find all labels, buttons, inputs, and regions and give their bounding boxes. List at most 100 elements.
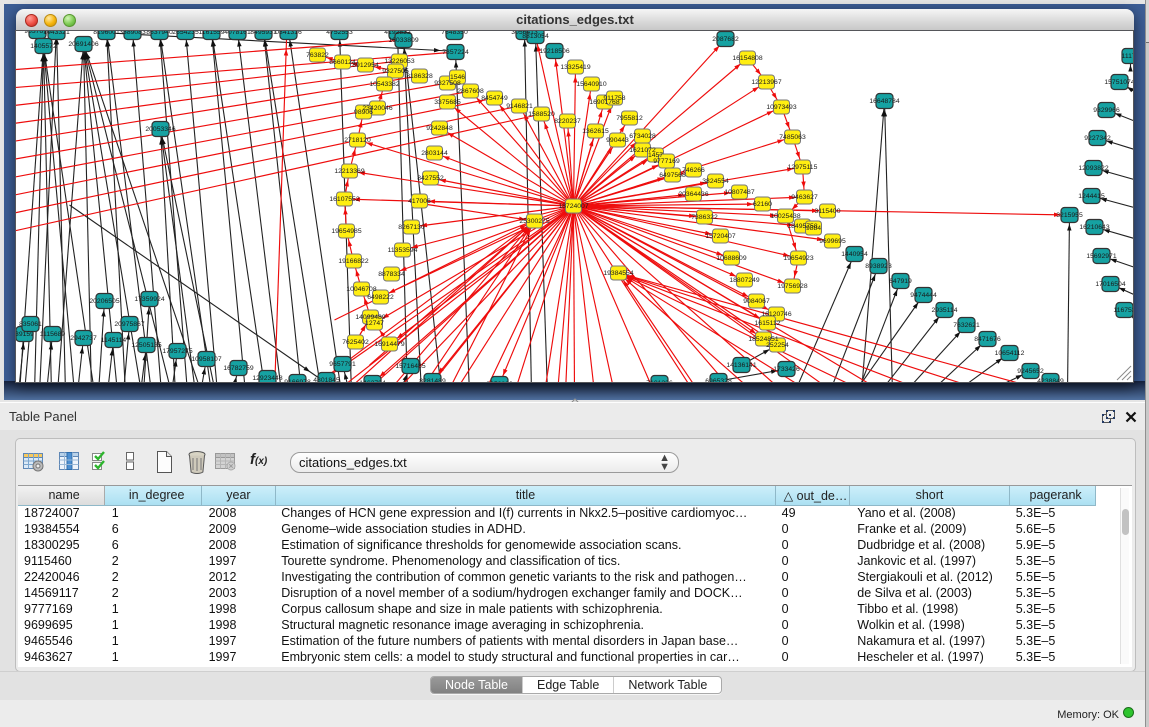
svg-text:3389083: 3389083 (119, 31, 146, 36)
svg-text:18724007: 18724007 (558, 203, 588, 210)
svg-text:7386322: 7386322 (691, 214, 718, 221)
svg-text:8912954: 8912954 (352, 62, 379, 69)
svg-text:15692971: 15692971 (1086, 253, 1116, 260)
svg-text:16782759: 16782759 (223, 365, 253, 372)
svg-text:9463627: 9463627 (791, 194, 818, 201)
svg-text:1405572: 1405572 (30, 43, 57, 50)
svg-text:1546: 1546 (450, 74, 465, 81)
svg-text:1244415: 1244415 (1078, 193, 1105, 200)
svg-text:9657791: 9657791 (329, 361, 356, 368)
svg-text:7101226: 7101226 (646, 380, 673, 382)
svg-text:17957275: 17957275 (162, 348, 192, 355)
svg-text:17016504: 17016504 (1095, 281, 1125, 288)
svg-text:116753: 116753 (1113, 307, 1133, 314)
svg-text:16210643: 16210643 (1079, 224, 1109, 231)
svg-text:2654235: 2654235 (172, 31, 199, 36)
svg-text:4078161: 4078161 (224, 31, 251, 36)
svg-text:9474444: 9474444 (910, 292, 937, 299)
svg-text:1145114: 1145114 (101, 337, 127, 344)
svg-text:20206505: 20206505 (89, 298, 119, 305)
svg-text:3824554: 3824554 (702, 178, 729, 185)
svg-text:20364436: 20364436 (678, 191, 708, 198)
svg-text:8495931: 8495931 (250, 31, 277, 36)
svg-text:252254: 252254 (766, 342, 789, 349)
svg-text:25300275: 25300275 (519, 218, 549, 225)
svg-text:12093822: 12093822 (1078, 165, 1108, 172)
svg-text:20691406: 20691406 (68, 41, 98, 48)
svg-text:7955812: 7955812 (616, 115, 643, 122)
svg-text:12213369: 12213369 (334, 168, 364, 175)
svg-text:8196001: 8196001 (93, 31, 120, 36)
svg-text:8427552: 8427552 (417, 175, 444, 182)
svg-text:7357224: 7357224 (442, 49, 469, 56)
svg-text:19756928: 19756928 (777, 283, 807, 290)
svg-text:1733426: 1733426 (773, 366, 800, 373)
svg-text:10807487: 10807487 (724, 189, 754, 196)
svg-text:13226053: 13226053 (384, 58, 414, 65)
svg-text:9884: 9884 (806, 225, 821, 232)
svg-text:2087682: 2087682 (712, 36, 739, 43)
svg-text:8267130: 8267130 (398, 224, 425, 231)
svg-text:1161559: 1161559 (199, 31, 225, 36)
svg-text:17359924: 17359924 (134, 296, 164, 303)
svg-text:19166822: 19166822 (338, 258, 368, 265)
svg-text:20975867: 20975867 (114, 321, 144, 328)
svg-text:15751074: 15751074 (1104, 79, 1133, 86)
svg-text:9242848: 9242848 (426, 125, 453, 132)
svg-text:20053346: 20053346 (145, 126, 175, 133)
svg-text:911758: 911758 (603, 95, 625, 102)
svg-text:13325419: 13325419 (560, 64, 590, 71)
svg-text:12747: 12747 (365, 320, 384, 327)
svg-text:7632621: 7632621 (953, 322, 980, 329)
svg-text:9146821: 9146821 (506, 103, 533, 110)
svg-text:7485063: 7485063 (779, 134, 806, 141)
svg-text:6965328: 6965328 (705, 378, 732, 382)
svg-text:3375685: 3375685 (434, 99, 461, 106)
svg-text:990443: 990443 (606, 137, 629, 144)
svg-text:8220237: 8220237 (554, 118, 581, 125)
svg-text:2935114: 2935114 (932, 307, 958, 314)
svg-text:9084067: 9084067 (743, 298, 770, 305)
svg-text:16154808: 16154808 (732, 55, 762, 62)
svg-text:417006: 417006 (408, 198, 431, 205)
svg-text:9327508: 9327508 (434, 80, 461, 87)
svg-text:10654112: 10654112 (995, 350, 1025, 357)
svg-text:2718120: 2718120 (344, 137, 371, 144)
svg-text:15720407: 15720407 (705, 233, 735, 240)
svg-text:19654923: 19654923 (783, 255, 813, 262)
svg-text:98906: 98906 (354, 109, 373, 116)
svg-text:6498222: 6498222 (367, 294, 394, 301)
svg-text:12213967: 12213967 (751, 79, 781, 86)
svg-text:8471676: 8471676 (974, 336, 1001, 343)
svg-text:2867608: 2867608 (457, 88, 484, 95)
svg-text:19384554: 19384554 (603, 270, 633, 277)
svg-text:1115689: 1115689 (40, 331, 66, 338)
svg-text:7648350: 7648350 (441, 31, 468, 36)
svg-text:9245652: 9245652 (1017, 368, 1044, 375)
svg-text:8813054: 8813054 (522, 33, 549, 40)
svg-text:9227342: 9227342 (1084, 135, 1111, 142)
svg-text:2803144: 2803144 (421, 150, 448, 157)
svg-text:1615112: 1615112 (755, 320, 781, 327)
svg-text:11353594: 11353594 (388, 247, 418, 254)
svg-text:11172: 11172 (1122, 53, 1133, 60)
svg-text:835061: 835061 (19, 321, 42, 328)
svg-text:16120746: 16120746 (761, 311, 791, 318)
svg-text:15716485: 15716485 (395, 363, 425, 370)
svg-text:3215955: 3215955 (1056, 212, 1083, 219)
svg-text:1462704: 1462704 (359, 380, 386, 382)
svg-text:4752553: 4752553 (326, 31, 353, 36)
svg-text:10958107: 10958107 (191, 356, 221, 363)
svg-text:16107552: 16107552 (329, 196, 359, 203)
svg-text:763822: 763822 (306, 52, 329, 59)
svg-text:746266: 746266 (682, 167, 705, 174)
svg-text:3115400: 3115400 (815, 208, 841, 215)
svg-text:12923448: 12923448 (252, 375, 282, 382)
svg-text:8637940: 8637940 (146, 31, 173, 36)
svg-text:10973493: 10973493 (766, 104, 796, 111)
svg-text:15640910: 15640910 (576, 81, 606, 88)
svg-text:8186328: 8186328 (406, 73, 433, 80)
svg-text:3252880: 3252880 (486, 381, 513, 382)
svg-text:16914479: 16914479 (374, 341, 404, 348)
svg-text:0341316: 0341316 (275, 31, 302, 36)
